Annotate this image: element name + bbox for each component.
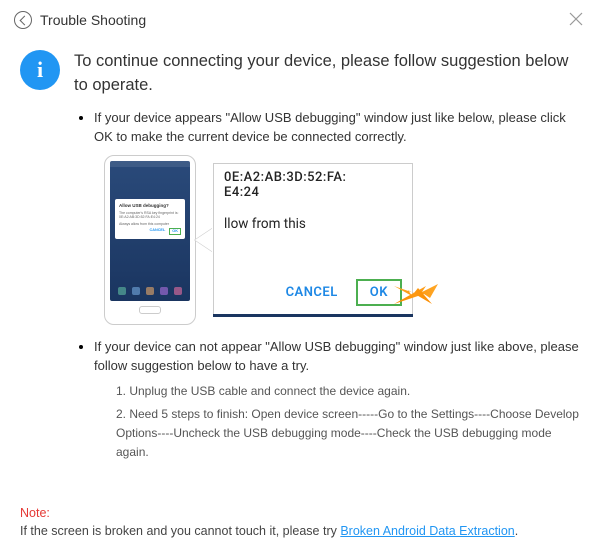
titlebar: Trouble Shooting [0,0,600,40]
phone-dock [115,284,185,298]
phone-mock: Allow USB debugging? The computer's RSA … [104,155,196,325]
window-title: Trouble Shooting [40,12,146,28]
phone-home-button [139,306,161,314]
instruction-item-1: If your device appears "Allow USB debugg… [94,108,580,325]
zoom-cancel-button: CANCEL [286,285,338,300]
phone-ok: OK [169,228,181,235]
bullet-text-2: If your device can not appear "Allow USB… [94,337,580,376]
app-icon [14,11,32,29]
phone-dialog-body: The computer's RSA key fingerprint is: 0… [119,211,181,220]
phone-dialog-actions: CANCEL OK [119,228,181,235]
note-text: If the screen is broken and you cannot t… [20,524,340,538]
close-button[interactable] [568,11,586,29]
instruction-list: If your device appears "Allow USB debugg… [74,108,580,461]
bullet-text-1: If your device appears "Allow USB debugg… [94,108,580,147]
info-icon: i [20,50,60,90]
content: i To continue connecting your device, pl… [0,40,600,473]
instruction-item-2: If your device can not appear "Allow USB… [94,337,580,461]
steps: 1. Unplug the USB cable and connect the … [94,382,580,461]
main: To continue connecting your device, plea… [74,50,580,473]
note-period: . [515,524,518,538]
zoom-allow-text: llow from this [224,216,402,232]
titlebar-left: Trouble Shooting [14,11,146,29]
headline: To continue connecting your device, plea… [74,50,580,98]
mac-line-2: E4:24 [224,185,402,200]
phone-dialog-title: Allow USB debugging? [119,203,181,209]
step-2: 2. Need 5 steps to finish: Open device s… [116,405,580,461]
phone-dialog: Allow USB debugging? The computer's RSA … [115,199,185,239]
step-1: 1. Unplug the USB cable and connect the … [116,382,580,401]
close-icon [568,11,584,27]
zoom-panel: 0E:A2:AB:3D:52:FA: E4:24 llow from this … [213,163,413,317]
illustration: Allow USB debugging? The computer's RSA … [104,155,580,325]
phone-dialog-checkbox: Always allow from this computer [119,222,181,227]
mac-line-1: 0E:A2:AB:3D:52:FA: [224,170,402,185]
info-glyph: i [37,57,43,83]
footer-note: Note: If the screen is broken and you ca… [20,504,580,542]
zoom-bottom-strip [213,314,413,317]
phone-screen: Allow USB debugging? The computer's RSA … [110,161,190,301]
pointer-arrow-icon [394,278,440,308]
phone-statusbar [110,161,190,167]
callout-arrow-icon [195,228,213,252]
zoom-actions: CANCEL OK [286,279,402,306]
note-label: Note: [20,506,50,520]
phone-cancel: CANCEL [149,228,165,235]
broken-android-link[interactable]: Broken Android Data Extraction [340,524,514,538]
